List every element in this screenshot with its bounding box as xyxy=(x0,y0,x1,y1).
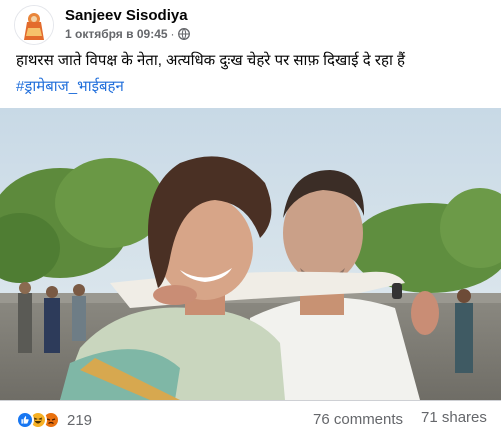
post-header: Sanjeev Sisodiya 1 октября в 09:45 · xyxy=(0,0,501,45)
post-text: हाथरस जाते विपक्ष के नेता, अत्यधिक दुःख … xyxy=(16,52,405,69)
globe-icon[interactable] xyxy=(177,28,190,40)
post-meta: 1 октября в 09:45 · xyxy=(65,27,190,41)
like-icon xyxy=(16,411,34,429)
author-name[interactable]: Sanjeev Sisodiya xyxy=(65,7,188,24)
shares-count[interactable]: 71 shares xyxy=(421,409,487,426)
post-photo[interactable] xyxy=(0,108,501,400)
reaction-count[interactable]: 219 xyxy=(67,412,92,429)
avatar-image xyxy=(15,6,53,44)
photo-image xyxy=(0,108,501,400)
post-hashtag[interactable]: #ड्रामेबाज_भाईबहन xyxy=(16,76,124,96)
reactions-summary[interactable]: 219 xyxy=(16,411,92,429)
meta-separator: · xyxy=(170,27,175,41)
author-avatar[interactable] xyxy=(14,5,54,45)
comments-count[interactable]: 76 comments xyxy=(313,411,403,428)
post-timestamp[interactable]: 1 октября в 09:45 xyxy=(65,27,168,41)
post-footer: 219 76 comments 71 shares xyxy=(0,400,501,444)
